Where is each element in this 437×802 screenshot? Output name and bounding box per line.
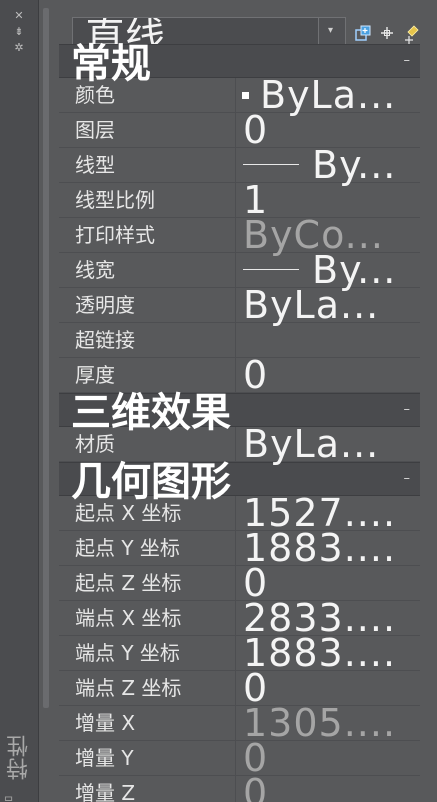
property-name: 增量 X xyxy=(75,711,136,735)
property-row-start-y[interactable]: 起点 Y 坐标 1883.... xyxy=(59,526,421,570)
property-name: 端点 Z 坐标 xyxy=(75,676,182,700)
toggle-pickadd-icon[interactable] xyxy=(354,22,374,44)
property-value-cell[interactable]: 1305.... xyxy=(235,701,421,745)
property-value-cell[interactable]: 0 xyxy=(235,771,421,802)
property-value-cell[interactable]: 2833.... xyxy=(235,596,421,640)
vertical-scrollbar[interactable] xyxy=(39,0,53,802)
property-value: 0 xyxy=(243,108,269,152)
property-value: 0 xyxy=(243,771,269,802)
property-value-cell[interactable]: 1883.... xyxy=(235,526,421,570)
property-value-cell[interactable]: ByLa... xyxy=(235,73,421,117)
property-row-delta-y[interactable]: 增量 Y 0 xyxy=(59,736,421,780)
property-value-cell[interactable]: 0 xyxy=(235,561,421,605)
property-name: 起点 Y 坐标 xyxy=(75,536,180,560)
property-name: 端点 X 坐标 xyxy=(75,606,182,630)
property-row-linetype[interactable]: 线型 By... xyxy=(59,143,421,187)
property-value-cell[interactable]: ByCo... xyxy=(235,213,421,257)
section-title: 几何图形 xyxy=(71,459,231,505)
property-name: 起点 Z 坐标 xyxy=(75,571,182,595)
property-value: By... xyxy=(312,143,397,187)
property-name: 端点 Y 坐标 xyxy=(75,641,180,665)
quick-select-icon[interactable] xyxy=(402,22,422,44)
property-value-cell[interactable]: 1883.... xyxy=(235,631,421,675)
property-value-cell[interactable]: 1 xyxy=(235,178,421,222)
property-name: 增量 Z xyxy=(75,781,136,802)
property-name: 图层 xyxy=(75,118,115,142)
lineweight-sample xyxy=(243,269,299,270)
linetype-sample xyxy=(243,164,299,165)
property-row-delta-x[interactable]: 增量 X 1305.... xyxy=(59,701,421,745)
property-value-cell[interactable]: By... xyxy=(235,143,421,187)
settings-icon[interactable]: ✲ xyxy=(11,42,27,54)
palette-title: 特性 xyxy=(7,734,32,780)
property-value: 0 xyxy=(243,353,269,397)
property-value-cell[interactable]: 1527.... xyxy=(235,491,421,535)
property-value-cell[interactable]: 0 xyxy=(235,353,421,397)
palette-bottom-label: 品 xyxy=(2,792,36,802)
chevron-down-icon: ▾ xyxy=(328,25,334,36)
property-name: 线宽 xyxy=(75,258,115,282)
property-value-cell[interactable]: By... xyxy=(235,248,421,292)
property-row-delta-z[interactable]: 增量 Z 0 xyxy=(59,771,421,802)
property-value-cell[interactable]: ByLa... xyxy=(235,283,421,327)
auto-hide-icon[interactable]: ⇟ xyxy=(11,26,27,38)
property-name: 透明度 xyxy=(75,293,135,317)
property-value-cell[interactable] xyxy=(235,323,421,357)
select-objects-icon[interactable] xyxy=(377,22,397,44)
collapse-icon[interactable]: – xyxy=(404,53,411,68)
section-title: 常规 xyxy=(71,41,151,87)
collapse-icon[interactable]: – xyxy=(404,471,411,486)
property-value: ByLa... xyxy=(243,422,380,466)
color-swatch xyxy=(242,92,249,99)
property-row-transparency[interactable]: 透明度 ByLa... xyxy=(59,283,421,327)
scroll-thumb[interactable] xyxy=(43,8,49,708)
property-name: 打印样式 xyxy=(75,223,155,247)
property-value-cell[interactable]: 0 xyxy=(235,108,421,152)
property-name: 超链接 xyxy=(75,328,135,352)
section-title: 三维效果 xyxy=(71,390,231,436)
property-value-cell[interactable]: 0 xyxy=(235,666,421,710)
close-icon[interactable]: ✕ xyxy=(11,10,27,22)
property-name: 线型比例 xyxy=(75,188,155,212)
collapse-icon[interactable]: – xyxy=(404,402,411,417)
property-value-cell[interactable]: ByLa... xyxy=(235,422,421,466)
property-row-hyperlink[interactable]: 超链接 xyxy=(59,323,420,358)
property-value: ByLa... xyxy=(260,73,397,117)
palette-title-strip: ✕ ⇟ ✲ 特性 品 xyxy=(0,0,39,802)
property-name: 线型 xyxy=(75,153,115,177)
property-row-end-y[interactable]: 端点 Y 坐标 1883.... xyxy=(59,631,421,675)
property-grid: 常规 – 颜色 ByLa... 图层 0 线型 By... 线型比例 1 打印样… xyxy=(59,41,421,802)
property-name: 增量 Y xyxy=(75,746,134,770)
properties-palette: ✕ ⇟ ✲ 特性 品 直线 ▾ 常规 – 颜色 By xyxy=(0,0,437,802)
property-value-cell[interactable]: 0 xyxy=(235,736,421,780)
property-value: ByLa... xyxy=(243,283,380,327)
